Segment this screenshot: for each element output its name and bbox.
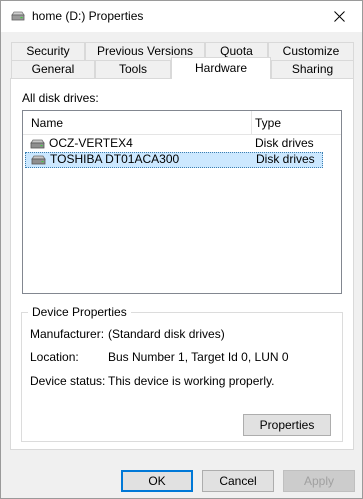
cancel-button[interactable]: Cancel: [202, 470, 274, 492]
drive-type: Disk drives: [255, 136, 314, 150]
location-value: Bus Number 1, Target Id 0, LUN 0: [108, 350, 289, 364]
close-icon: [333, 11, 345, 22]
apply-button[interactable]: Apply: [283, 470, 355, 492]
tab-sharing[interactable]: Sharing: [271, 60, 354, 79]
tab-hardware[interactable]: Hardware: [171, 57, 271, 79]
tab-tools[interactable]: Tools: [95, 60, 171, 79]
location-label: Location:: [30, 350, 79, 364]
tab-general[interactable]: General: [11, 60, 95, 79]
device-properties-title: Device Properties: [28, 305, 131, 319]
manufacturer-value: (Standard disk drives): [108, 327, 225, 341]
column-header-type[interactable]: Type: [251, 111, 341, 135]
close-button[interactable]: [316, 1, 362, 32]
list-header: Name Type: [23, 111, 341, 135]
drive-icon: [11, 11, 25, 21]
disk-drives-list[interactable]: Name Type OCZ-VERTEX4 Disk drives TOSHIB…: [22, 110, 342, 294]
window-title: home (D:) Properties: [32, 9, 144, 23]
list-item-selected[interactable]: TOSHIBA DT01ACA300 Disk drives: [25, 152, 323, 168]
drive-type: Disk drives: [256, 152, 315, 166]
device-status-value: This device is working properly.: [108, 374, 275, 388]
manufacturer-label: Manufacturer:: [30, 327, 105, 341]
properties-window: home (D:) Properties Security Previous V…: [0, 0, 363, 499]
all-disk-drives-label: All disk drives:: [22, 91, 99, 105]
column-header-name[interactable]: Name: [23, 111, 251, 135]
device-status-label: Device status:: [30, 374, 106, 388]
ok-button[interactable]: OK: [121, 470, 193, 492]
disk-drive-icon: [31, 155, 46, 165]
disk-drive-icon: [30, 139, 45, 149]
list-item[interactable]: OCZ-VERTEX4 Disk drives: [25, 136, 323, 152]
drive-name: OCZ-VERTEX4: [49, 136, 133, 150]
tab-security[interactable]: Security: [11, 42, 85, 61]
properties-button[interactable]: Properties: [243, 414, 331, 436]
drive-name: TOSHIBA DT01ACA300: [50, 152, 180, 166]
tab-customize[interactable]: Customize: [268, 42, 354, 61]
title-bar[interactable]: home (D:) Properties: [1, 1, 362, 32]
